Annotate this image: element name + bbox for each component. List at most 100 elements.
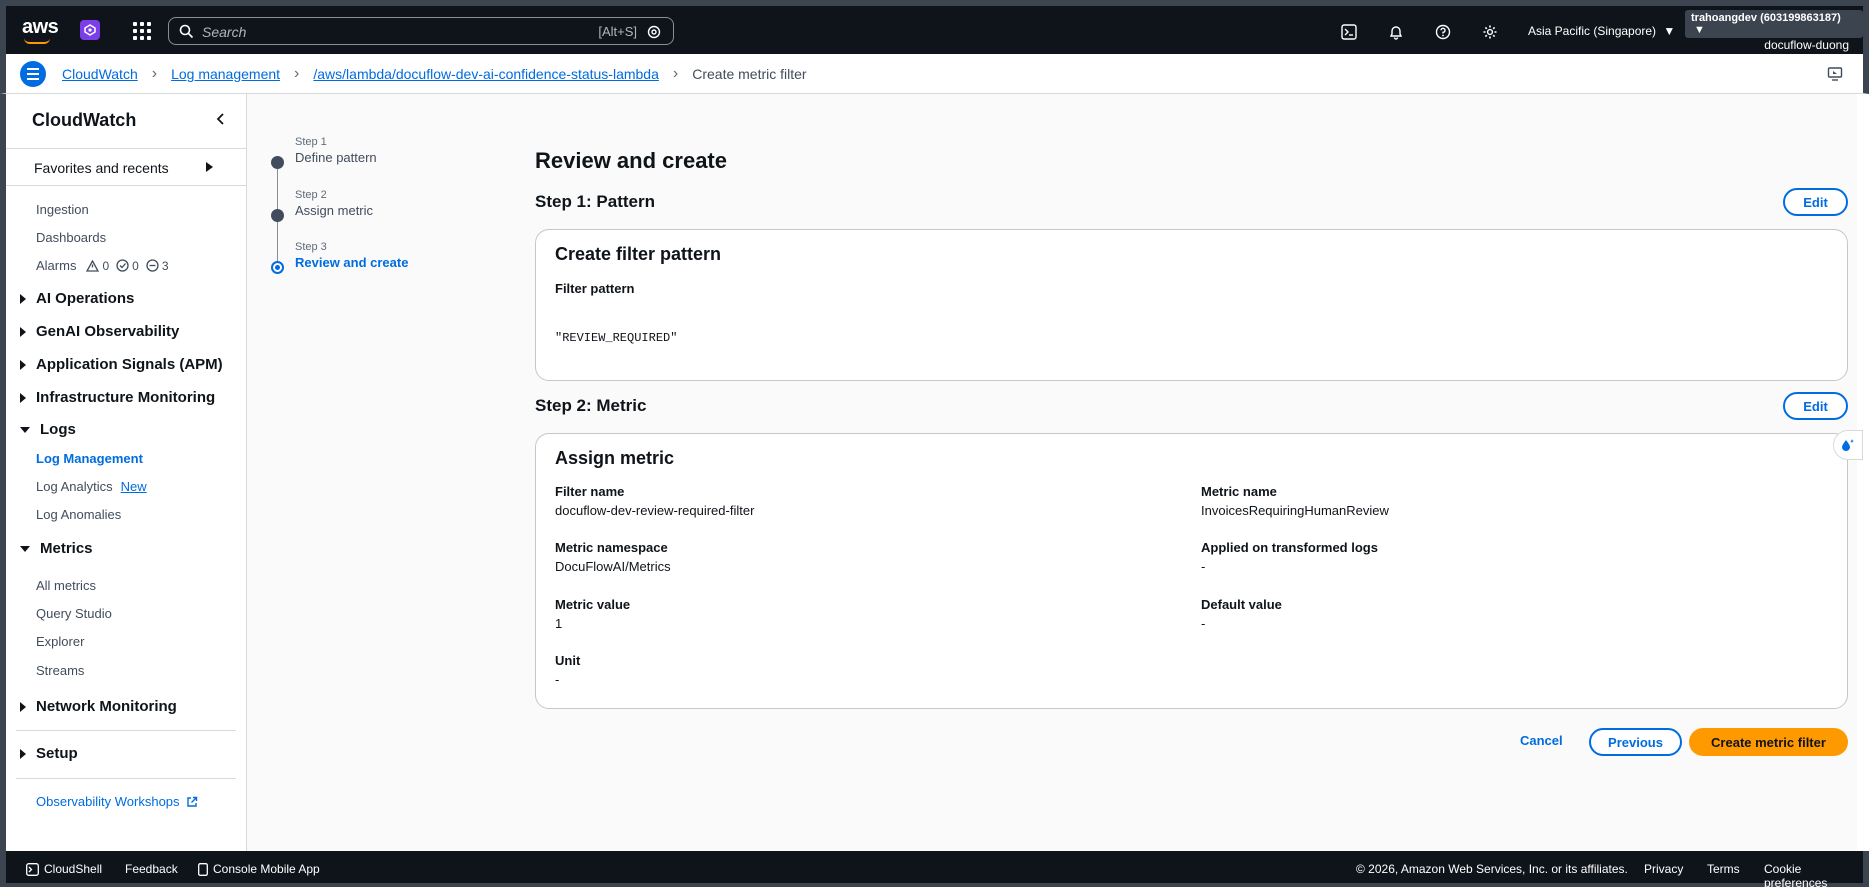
caret-down-icon <box>20 545 30 552</box>
wizard-step-1[interactable]: Step 1 Define pattern <box>295 136 377 165</box>
section-label: Application Signals (APM) <box>36 356 223 373</box>
card-title: Create filter pattern <box>555 244 722 264</box>
sidebar-section-app-signals[interactable]: Application Signals (APM) <box>20 356 223 373</box>
region-selector[interactable]: Asia Pacific (Singapore) ▼ <box>1528 24 1675 38</box>
caret-right-icon <box>20 748 26 759</box>
sidebar-section-metrics[interactable]: Metrics <box>20 540 93 557</box>
section-label: GenAI Observability <box>36 323 180 340</box>
caret-right-icon <box>20 293 26 304</box>
cloudshell-icon[interactable] <box>1339 22 1359 42</box>
metric-name-label: Metric name <box>1201 484 1277 499</box>
sidebar-section-genai[interactable]: GenAI Observability <box>20 323 179 340</box>
new-badge: New <box>120 479 147 494</box>
privacy-link[interactable]: Privacy <box>1644 862 1683 876</box>
assistant-sparkle-icon[interactable] <box>1833 430 1863 460</box>
wizard-step-2[interactable]: Step 2 Assign metric <box>295 189 373 218</box>
copyright-text: © 2026, Amazon Web Services, Inc. or its… <box>1356 862 1628 876</box>
sidebar-item-log-management[interactable]: Log Management <box>36 451 143 466</box>
alarm-counts: 0 0 3 <box>82 259 169 273</box>
card-title: Assign metric <box>555 448 675 468</box>
step-label: Review and create <box>295 255 409 270</box>
section-label: Network Monitoring <box>36 698 177 715</box>
sidebar-item-query-studio[interactable]: Query Studio <box>36 606 112 621</box>
sidebar-section-infrastructure[interactable]: Infrastructure Monitoring <box>20 389 215 406</box>
metric-name-value: InvoicesRequiringHumanReview <box>1201 503 1389 518</box>
metric-value-value: 1 <box>555 616 563 631</box>
edit-step-2-button[interactable]: Edit <box>1783 392 1848 420</box>
step-label: Assign metric <box>295 203 374 218</box>
sidebar-item-observability-workshops[interactable]: Observability Workshops <box>36 794 198 809</box>
sidebar-item-log-analytics[interactable]: Log Analytics New <box>36 479 147 494</box>
caret-right-icon <box>20 392 26 403</box>
cookie-preferences-link[interactable]: Cookie preferences <box>1764 862 1863 887</box>
cloudshell-button[interactable]: CloudShell <box>26 862 102 876</box>
transformed-logs-value: - <box>1201 559 1206 574</box>
region-label: Asia Pacific (Singapore) <box>1528 24 1657 38</box>
footer: CloudShell Feedback Console Mobile App ©… <box>0 851 1869 887</box>
sidebar: CloudWatch Favorites and recents Ingesti… <box>0 94 247 851</box>
username[interactable]: docuflow-duong <box>1764 38 1849 52</box>
sidebar-item-ingestion[interactable]: Ingestion <box>36 202 89 217</box>
assign-metric-card: Assign metric Filter name docuflow-dev-r… <box>535 433 1848 709</box>
step-number: Step 3 <box>295 241 327 253</box>
previous-button[interactable]: Previous <box>1589 728 1682 756</box>
sidebar-item-label: Alarms <box>36 258 77 273</box>
sidebar-title: CloudWatch <box>32 110 137 130</box>
unit-label: Unit <box>555 653 581 668</box>
section-label: Metrics <box>40 540 93 557</box>
breadcrumb-current: Create metric filter <box>692 66 807 82</box>
step-1-heading: Step 1: Pattern <box>535 192 655 211</box>
breadcrumb-log-group[interactable]: /aws/lambda/docuflow-dev-ai-confidence-s… <box>313 66 659 82</box>
notifications-bell-icon[interactable] <box>1386 22 1406 42</box>
chevron-right-icon: › <box>672 65 679 82</box>
chevron-right-icon: › <box>151 65 158 82</box>
aws-logo[interactable]: aws <box>22 16 59 44</box>
sidebar-item-streams[interactable]: Streams <box>36 663 84 678</box>
caret-right-icon <box>206 162 213 172</box>
chevron-right-icon: › <box>294 65 300 82</box>
navigation-menu-button[interactable] <box>20 61 46 87</box>
unit-value: - <box>555 672 560 687</box>
sidebar-section-network[interactable]: Network Monitoring <box>20 698 177 715</box>
edit-step-1-button[interactable]: Edit <box>1783 188 1848 216</box>
cancel-button[interactable]: Cancel <box>1520 733 1563 748</box>
default-value-label: Default value <box>1201 597 1282 612</box>
screen-monitor-icon[interactable] <box>1827 66 1843 85</box>
search-icon <box>179 24 194 39</box>
services-grid-icon[interactable] <box>133 22 151 40</box>
console-mobile-app-link[interactable]: Console Mobile App <box>198 862 320 876</box>
sidebar-item-explorer[interactable]: Explorer <box>36 634 84 649</box>
breadcrumb-cloudwatch[interactable]: CloudWatch <box>62 66 138 82</box>
step-2-heading: Step 2: Metric <box>535 396 647 415</box>
metric-value-label: Metric value <box>555 597 631 612</box>
terms-link[interactable]: Terms <box>1707 862 1740 876</box>
step-1-indicator <box>271 156 284 169</box>
search-settings-icon[interactable] <box>647 25 661 39</box>
feedback-link[interactable]: Feedback <box>125 862 178 876</box>
sidebar-section-ai-operations[interactable]: AI Operations <box>20 290 134 307</box>
aws-smile-icon <box>24 38 50 44</box>
create-metric-filter-button[interactable]: Create metric filter <box>1689 728 1848 756</box>
help-icon[interactable] <box>1433 22 1453 42</box>
breadcrumb-log-management[interactable]: Log management <box>171 66 280 82</box>
filter-name-label: Filter name <box>555 484 625 499</box>
favorites-and-recents[interactable]: Favorites and recents <box>6 148 247 186</box>
step-2-indicator <box>271 209 284 222</box>
caret-right-icon <box>20 359 26 370</box>
step-3-indicator <box>271 261 284 274</box>
settings-gear-icon[interactable] <box>1480 22 1500 42</box>
sidebar-item-dashboards[interactable]: Dashboards <box>36 230 106 245</box>
sidebar-item-alarms[interactable]: Alarms 0 0 3 <box>36 258 169 273</box>
sidebar-item-log-anomalies[interactable]: Log Anomalies <box>36 507 121 522</box>
sidebar-section-setup[interactable]: Setup <box>20 745 78 762</box>
search-input[interactable]: Search [Alt+S] <box>168 17 674 45</box>
wizard-step-3: Step 3 Review and create <box>295 241 408 270</box>
sidebar-item-all-metrics[interactable]: All metrics <box>36 578 96 593</box>
alarm-warning-icon <box>86 259 100 272</box>
filter-name-value: docuflow-dev-review-required-filter <box>555 503 755 518</box>
account-menu[interactable]: trahoangdev (603199863187) ▼ <box>1685 10 1863 38</box>
sidebar-section-logs[interactable]: Logs <box>20 421 76 438</box>
service-favorite-icon[interactable] <box>80 20 100 40</box>
collapse-sidebar-icon[interactable] <box>214 112 228 129</box>
footer-label: Console Mobile App <box>213 862 320 876</box>
